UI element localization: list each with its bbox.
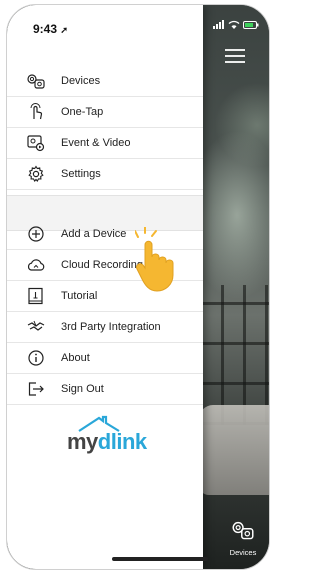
signal-icon [213,20,224,29]
location-arrow-icon: ➚ [60,25,68,35]
logo-text: mydlink [67,429,147,455]
primary-menu: Devices One-Tap Event & Video Settings [7,66,203,190]
background-window [199,285,269,425]
plus-circle-icon [27,225,45,243]
menu-label: Event & Video [61,137,131,149]
menu-label: 3rd Party Integration [61,321,161,333]
mydlink-logo: mydlink [59,415,159,465]
menu-label: Cloud Recording [61,259,143,271]
phone-frame: 9:43 ➚ Devices One-Tap Event & Video Set… [6,4,270,570]
menu-label: Settings [61,168,101,180]
menu-label: Devices [61,75,101,87]
background-sofa [199,405,269,495]
gear-icon [27,165,45,183]
menu-label: One-Tap [61,106,104,118]
camera-icon [232,521,254,540]
menu-item-one-tap[interactable]: One-Tap [7,97,203,128]
tap-hand-icon [135,227,174,292]
event-video-icon [27,134,45,152]
menu-item-about[interactable]: About [7,343,203,374]
menu-item-3rd-party-integration[interactable]: 3rd Party Integration [7,312,203,343]
book-icon [27,287,45,305]
status-time: 9:43 ➚ [33,22,68,36]
menu-item-settings[interactable]: Settings [7,159,203,190]
integration-icon [27,318,45,336]
logo-my: my [67,429,98,454]
bottom-nav-devices[interactable]: Devices [225,519,261,557]
menu-item-devices[interactable]: Devices [7,66,203,97]
home-indicator[interactable] [112,557,208,561]
hamburger-menu-icon[interactable] [225,49,245,63]
menu-label: About [61,352,90,364]
one-tap-hand-icon [27,103,45,121]
menu-label: Add a Device [61,228,127,240]
battery-icon [243,20,259,29]
wifi-icon [228,20,240,29]
sign-out-icon [27,380,45,398]
status-icons [213,20,259,29]
menu-item-sign-out[interactable]: Sign Out [7,374,203,405]
camera-icon [27,72,45,90]
menu-label: Sign Out [61,383,104,395]
info-icon [27,349,45,367]
cloud-icon [27,256,45,274]
bottom-nav-devices-label: Devices [229,548,257,557]
menu-label: Tutorial [61,290,98,302]
menu-item-event-video[interactable]: Event & Video [7,128,203,159]
logo-dlink: dlink [97,429,147,454]
